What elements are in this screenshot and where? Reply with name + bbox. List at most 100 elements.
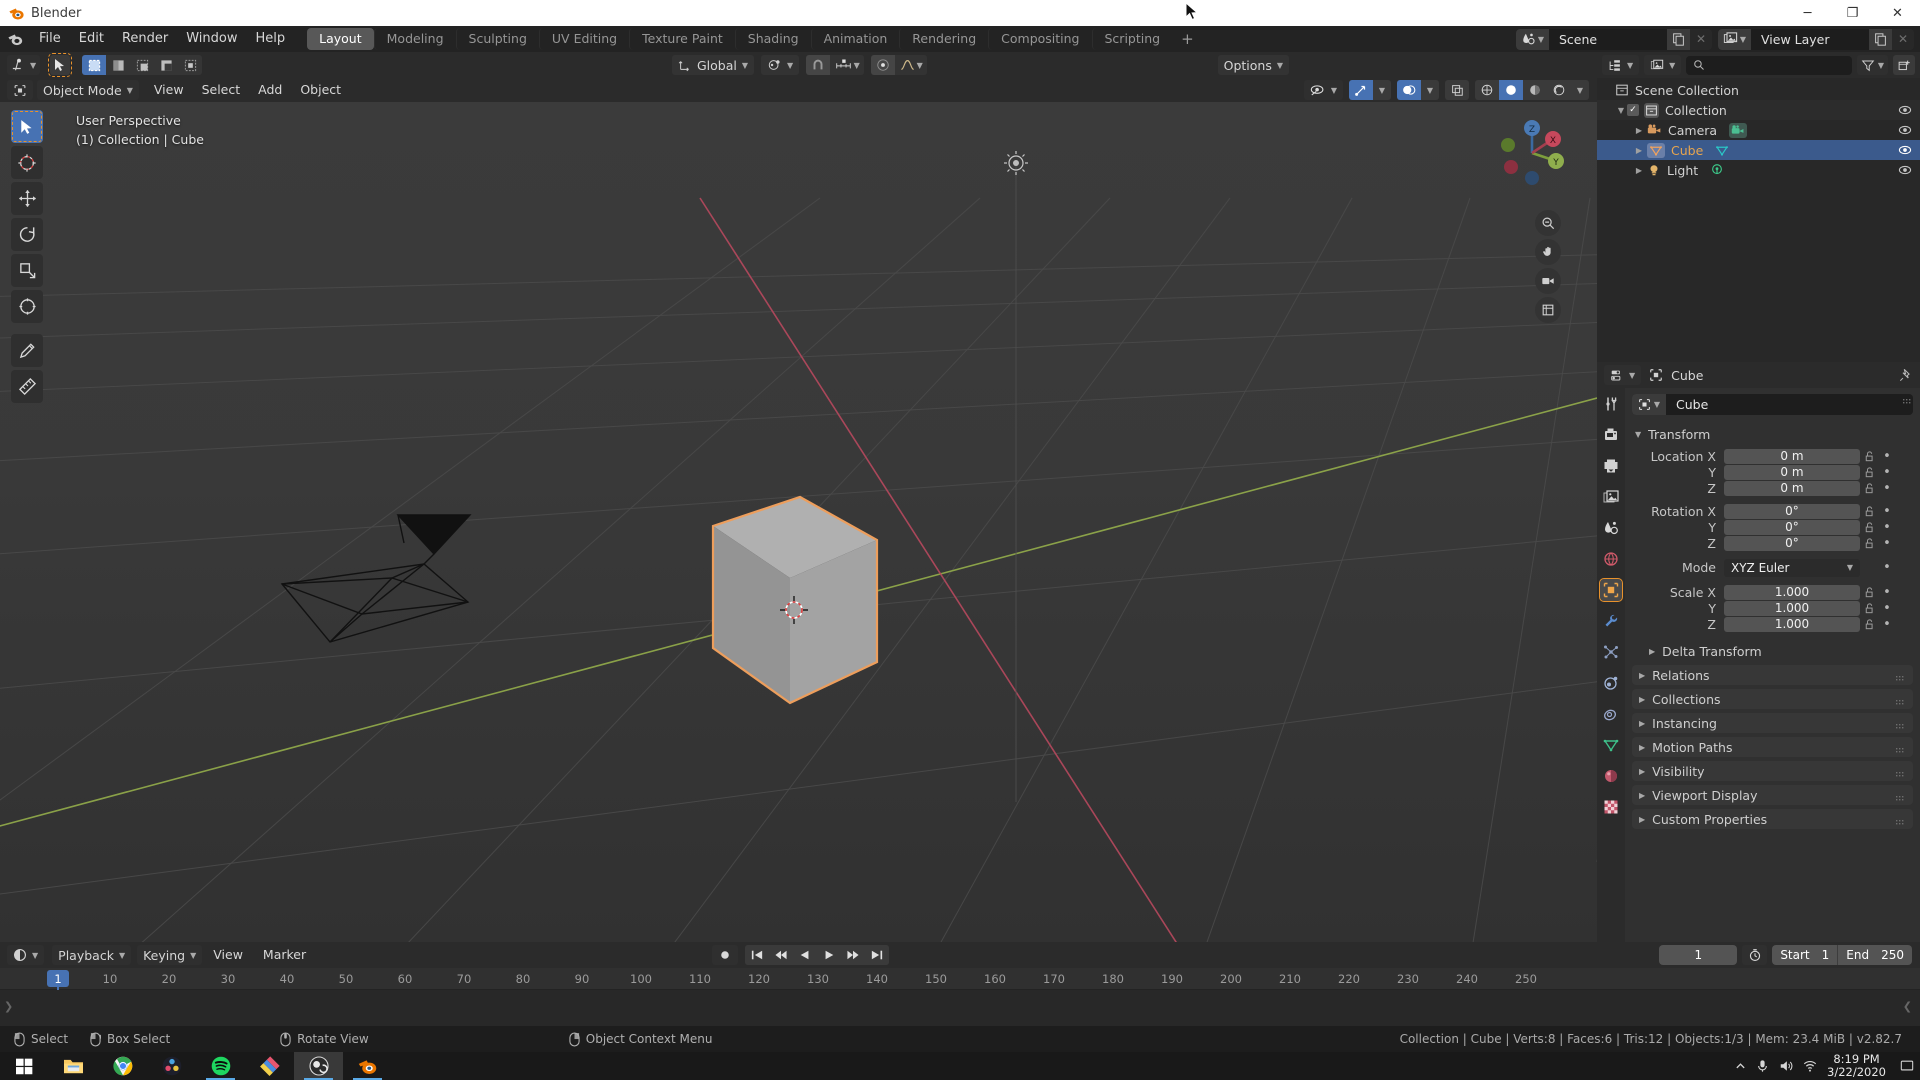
tool-rotate[interactable]: [11, 218, 43, 251]
play-reverse-button[interactable]: [793, 945, 817, 965]
select-new-icon[interactable]: [106, 55, 131, 75]
modifier-tab[interactable]: [1600, 610, 1622, 632]
outliner-row-scene-collection[interactable]: Scene Collection: [1597, 80, 1920, 100]
select-cursor-icon[interactable]: ▼: [7, 55, 41, 75]
select-difference-icon[interactable]: [178, 55, 203, 75]
chrome-icon[interactable]: [98, 1052, 147, 1080]
object-name-field[interactable]: ▼ Cube: [1632, 394, 1913, 415]
timeline-sidebar-toggle[interactable]: ❯: [4, 1000, 13, 1013]
select-subtract-icon[interactable]: [154, 55, 179, 75]
scene-name[interactable]: Scene: [1549, 28, 1667, 50]
toggle-ortho-icon[interactable]: [1535, 297, 1561, 323]
blender-menu-icon[interactable]: [0, 31, 30, 48]
rotation-mode-dropdown[interactable]: XYZ Euler ▼: [1724, 558, 1860, 577]
panel-collections[interactable]: ▶ Collections: [1632, 689, 1913, 709]
zoom-icon[interactable]: [1535, 210, 1561, 236]
viewport-menu-object[interactable]: Object: [291, 80, 350, 100]
gizmo-dropdown[interactable]: ▼: [1373, 80, 1391, 100]
rendered-shading-icon[interactable]: [1547, 80, 1571, 100]
outliner-row-cube[interactable]: ▶ Cube: [1597, 140, 1920, 160]
outliner-editor[interactable]: ▼ ▼ ▼ Scene Collection ▼ ✓ Collection ▶ …: [1597, 52, 1920, 362]
output-tab[interactable]: [1600, 455, 1622, 477]
panel-relations[interactable]: ▶ Relations: [1632, 665, 1913, 685]
outliner-search-input[interactable]: [1686, 55, 1852, 75]
object-mode-dropdown[interactable]: Object Mode ▼: [37, 80, 139, 100]
properties-editor[interactable]: ▼ Cube ▼ Cube ▼ Transform Location X 0 m…: [1597, 362, 1920, 942]
davinci-resolve-icon[interactable]: [147, 1052, 196, 1080]
render-tab[interactable]: [1600, 424, 1622, 446]
visibility-eye-icon[interactable]: [1898, 123, 1912, 140]
tool-transform[interactable]: [11, 290, 43, 323]
tool-tab[interactable]: [1600, 393, 1622, 415]
animate-dot[interactable]: •: [1880, 449, 1894, 464]
jump-prev-keyframe-button[interactable]: [769, 945, 793, 965]
options-dropdown[interactable]: Options ▼: [1217, 55, 1289, 75]
xray-toggle-icon[interactable]: [1445, 80, 1469, 100]
timeline-scroll-arrow[interactable]: ❮: [1903, 1000, 1912, 1013]
overlays-dropdown[interactable]: ▼: [1421, 80, 1439, 100]
tab-modeling[interactable]: Modeling: [373, 28, 456, 50]
tab-texture-paint[interactable]: Texture Paint: [629, 28, 735, 50]
expand-arrow[interactable]: ▶: [1633, 126, 1645, 135]
viewport-menu-select[interactable]: Select: [193, 80, 250, 100]
snap-magnet-icon[interactable]: [806, 55, 831, 75]
animate-dot[interactable]: •: [1880, 504, 1894, 519]
auto-keying-icon[interactable]: [712, 945, 738, 965]
tool-scale[interactable]: [11, 254, 43, 287]
use-preview-range-icon[interactable]: [1742, 945, 1768, 965]
lock-icon[interactable]: [1860, 482, 1880, 494]
lock-icon[interactable]: [1860, 466, 1880, 478]
3d-viewport[interactable]: User Perspective (1) Collection | Cube Z…: [0, 102, 1597, 942]
obs-studio-icon[interactable]: [294, 1052, 343, 1080]
location-z-field[interactable]: 0 m: [1724, 480, 1860, 496]
animate-dot[interactable]: •: [1880, 536, 1894, 551]
menu-help[interactable]: Help: [247, 28, 295, 50]
action-center-icon[interactable]: [1900, 1059, 1914, 1073]
lock-icon[interactable]: [1860, 537, 1880, 549]
animate-dot[interactable]: •: [1880, 481, 1894, 496]
scene-selector[interactable]: ▼ Scene ✕: [1516, 28, 1712, 50]
panel-custom-properties[interactable]: ▶ Custom Properties: [1632, 809, 1913, 829]
constraints-tab[interactable]: [1600, 703, 1622, 725]
panel-instancing[interactable]: ▶ Instancing: [1632, 713, 1913, 733]
expand-arrow[interactable]: ▶: [1633, 166, 1645, 175]
light-data-icon[interactable]: [1710, 163, 1724, 177]
animate-dot[interactable]: •: [1880, 585, 1894, 600]
add-workspace-button[interactable]: +: [1172, 28, 1203, 50]
lock-icon[interactable]: [1860, 521, 1880, 533]
timeline-editor-icon[interactable]: ▼: [7, 945, 45, 965]
tab-scripting[interactable]: Scripting: [1091, 28, 1173, 50]
overlays-icon[interactable]: [1397, 80, 1421, 100]
outliner-row-camera[interactable]: ▶ Camera: [1597, 120, 1920, 140]
outliner-id-filter-icon[interactable]: ▼: [1644, 55, 1682, 75]
camera-data-icon[interactable]: [1729, 122, 1748, 138]
tool-tweak-select[interactable]: [11, 110, 43, 143]
wireframe-shading-icon[interactable]: [1475, 80, 1499, 100]
animate-dot[interactable]: •: [1880, 465, 1894, 480]
new-scene-button[interactable]: [1667, 28, 1690, 50]
falloff-curve-icon[interactable]: ▼: [895, 55, 928, 75]
maximize-button[interactable]: ❐: [1830, 0, 1875, 26]
tweak-tool-button[interactable]: [48, 53, 73, 77]
world-tab[interactable]: [1600, 548, 1622, 570]
timeline-menu-keying[interactable]: Keying ▼: [137, 945, 203, 965]
new-collection-icon[interactable]: [1893, 55, 1915, 75]
physics-tab[interactable]: [1600, 672, 1622, 694]
expand-arrow[interactable]: ▼: [1615, 106, 1627, 115]
animate-dot[interactable]: •: [1880, 520, 1894, 535]
play-button[interactable]: [817, 945, 841, 965]
start-frame-field[interactable]: Start 1: [1772, 945, 1837, 965]
object-visibility-dropdown[interactable]: ▼: [1303, 80, 1343, 100]
lock-icon[interactable]: [1860, 450, 1880, 462]
close-button[interactable]: ✕: [1875, 0, 1920, 26]
timeline-menu-playback[interactable]: Playback ▼: [52, 945, 132, 965]
menu-render[interactable]: Render: [113, 28, 177, 50]
select-box-icon[interactable]: [82, 55, 107, 75]
tab-compositing[interactable]: Compositing: [988, 28, 1091, 50]
gizmo-icon[interactable]: [1349, 80, 1373, 100]
microphone-icon[interactable]: [1756, 1059, 1769, 1073]
timeline-menu-view[interactable]: View: [204, 945, 252, 965]
view-layer-selector[interactable]: ▼ View Layer ✕: [1718, 28, 1914, 50]
tool-annotate[interactable]: [11, 334, 43, 367]
camera-view-icon[interactable]: [1535, 268, 1561, 294]
